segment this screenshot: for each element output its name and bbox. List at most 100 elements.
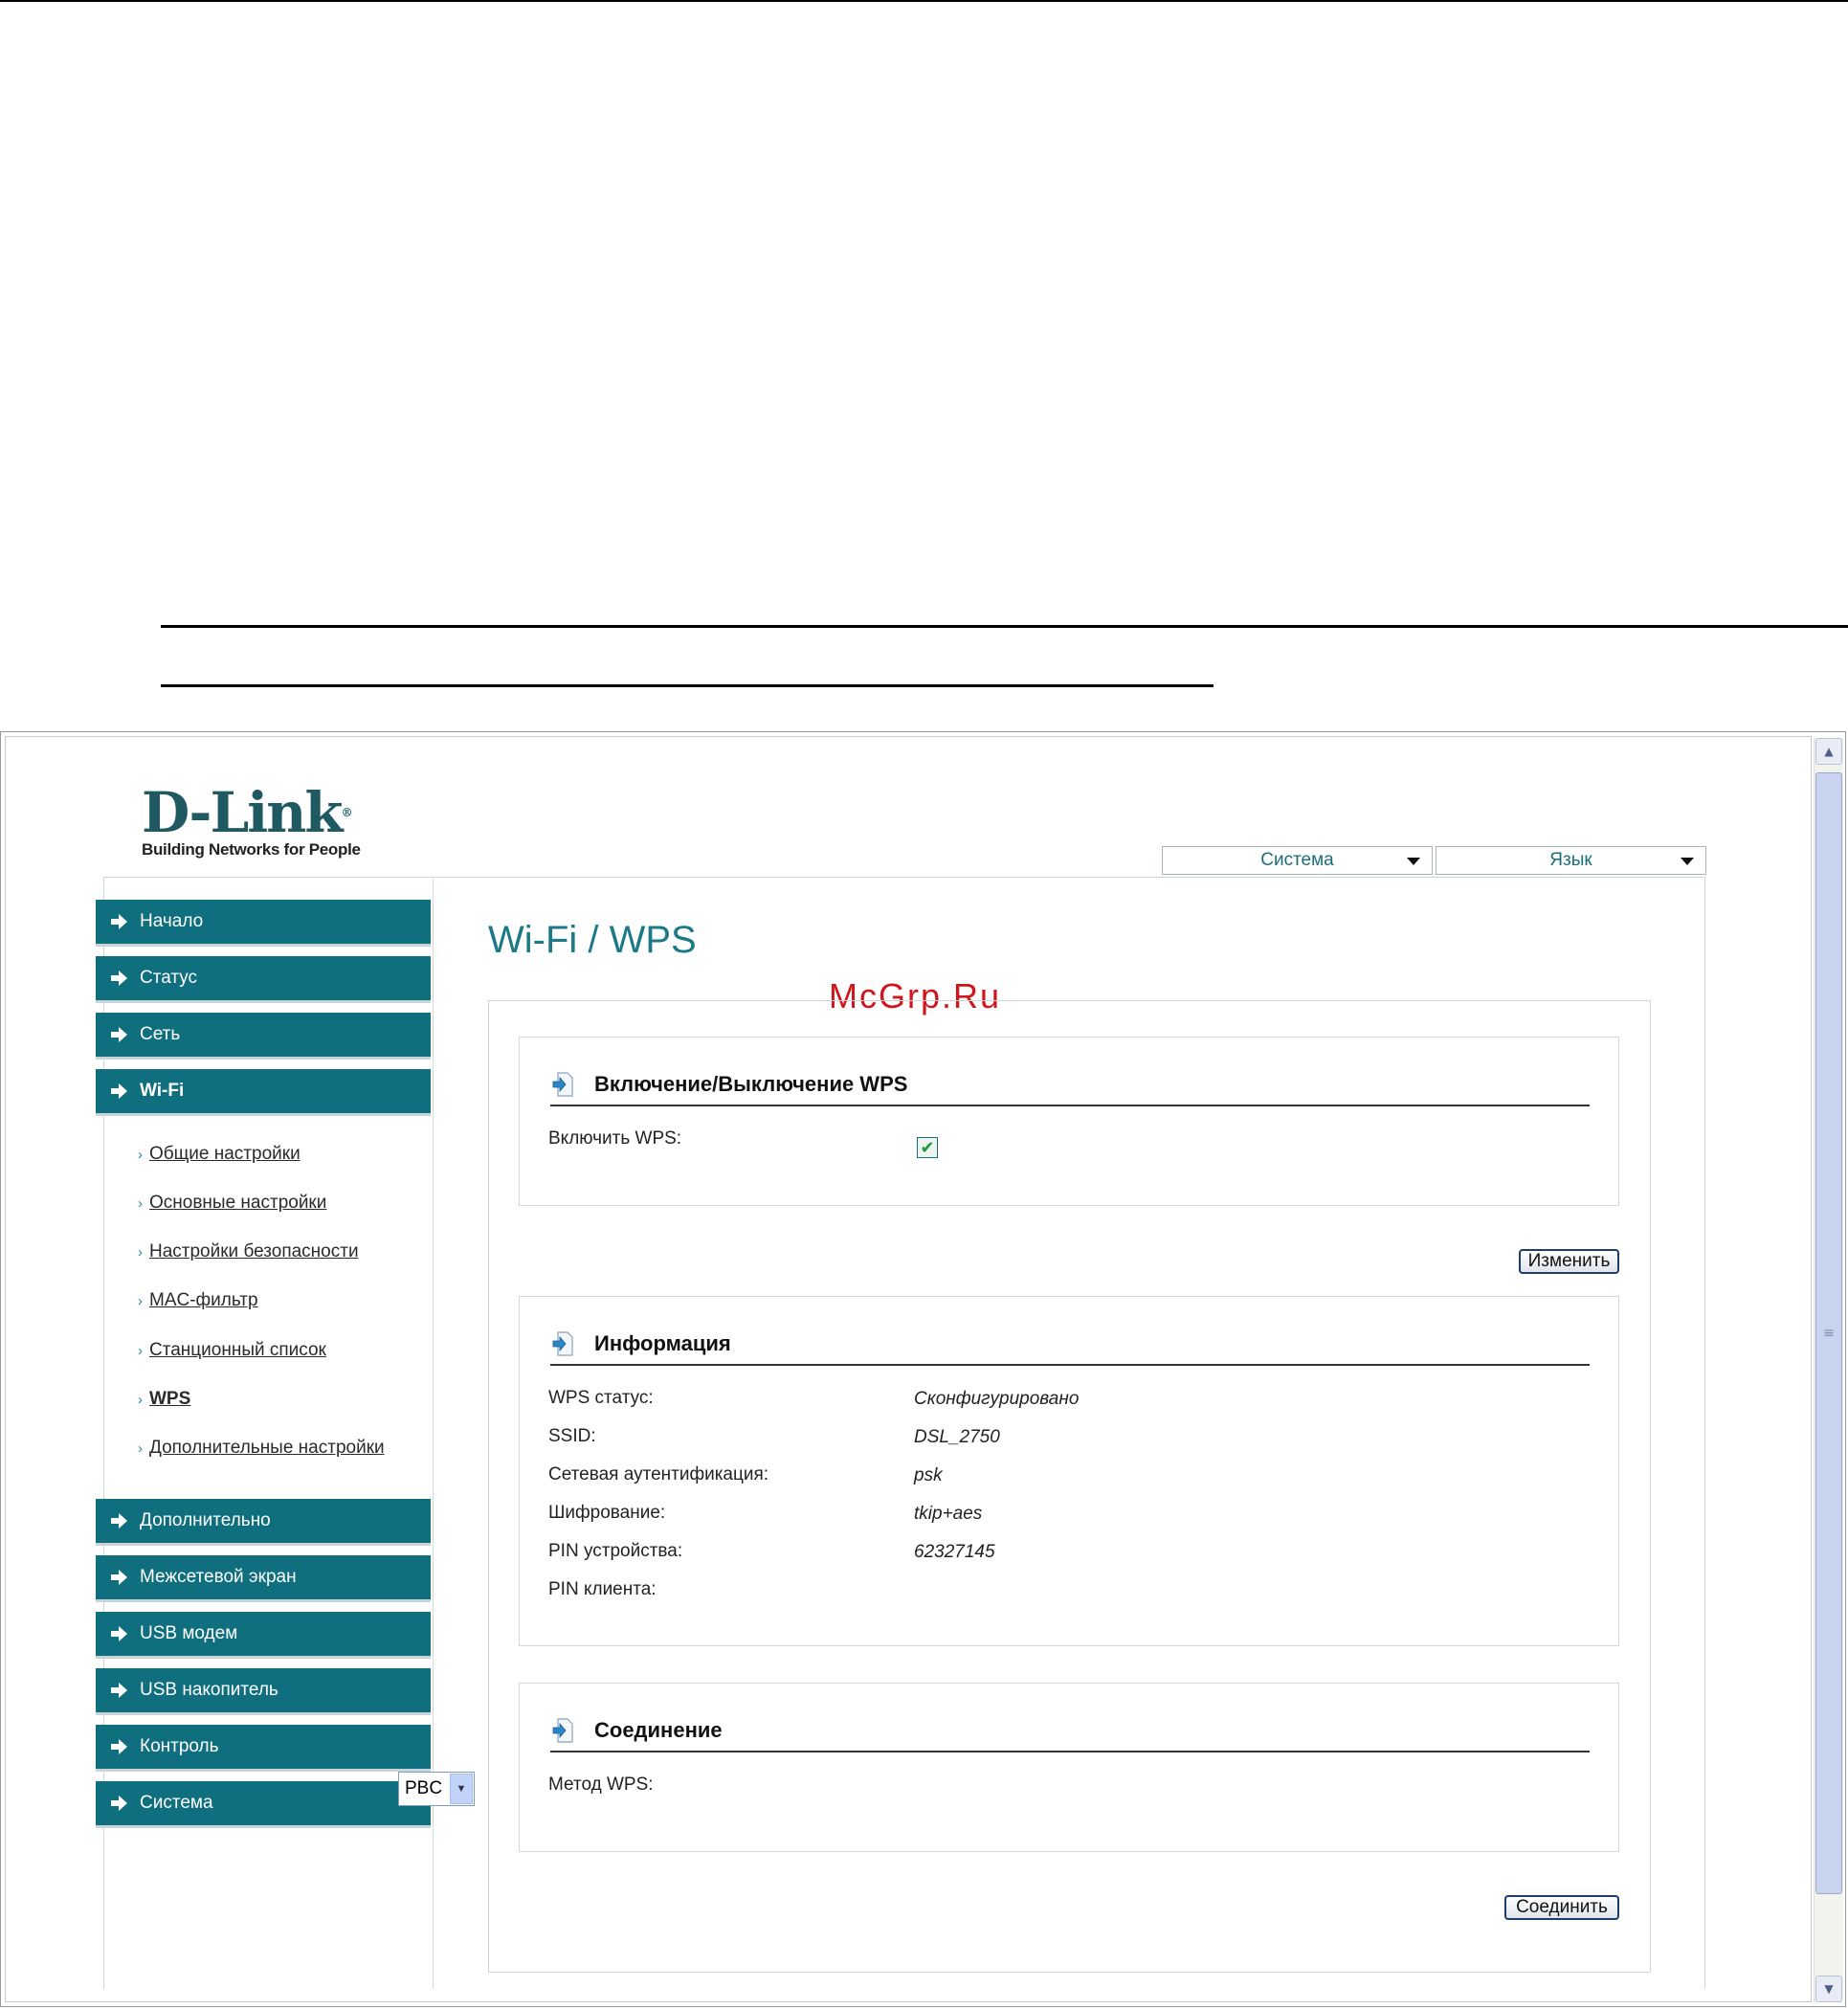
logo-tagline: Building Networks for People bbox=[142, 840, 361, 859]
bullet-icon: › bbox=[138, 1343, 143, 1359]
wps-method-value: PBC bbox=[405, 1778, 443, 1798]
chevron-down-icon[interactable]: ▼ bbox=[450, 1774, 473, 1804]
wps-status-value: Сконфигурировано bbox=[914, 1389, 1080, 1409]
sidebar-item-label: Контроль bbox=[140, 1736, 219, 1756]
section-title: Соединение bbox=[594, 1718, 723, 1742]
subitem-label[interactable]: MAC-фильтр bbox=[149, 1290, 258, 1310]
sidebar-item-system[interactable]: Система bbox=[96, 1781, 431, 1825]
arrow-right-icon bbox=[111, 971, 128, 986]
device-pin-value: 62327145 bbox=[914, 1542, 995, 1562]
wps-toggle-section: Включение/Выключение WPS Включить WPS: ✔ bbox=[519, 1037, 1619, 1206]
chevron-down-icon bbox=[1407, 858, 1420, 865]
subitem-label[interactable]: WPS bbox=[149, 1389, 190, 1409]
sidebar-subitem-mac-filter[interactable]: › MAC-фильтр bbox=[138, 1290, 258, 1311]
language-menu-label: Язык bbox=[1549, 850, 1592, 870]
subitem-label[interactable]: Дополнительные настройки bbox=[149, 1438, 385, 1458]
arrow-right-icon bbox=[111, 1626, 128, 1641]
encryption-label: Шифрование: bbox=[548, 1503, 666, 1523]
wps-method-select[interactable]: PBC ▼ bbox=[398, 1772, 475, 1806]
sidebar-item-label: USB модем bbox=[140, 1623, 238, 1643]
sidebar-subitem-security[interactable]: › Настройки безопасности bbox=[138, 1241, 359, 1262]
bullet-icon: › bbox=[138, 1392, 143, 1408]
wps-method-label: Метод WPS: bbox=[548, 1775, 654, 1795]
sidebar-item-control[interactable]: Контроль bbox=[96, 1725, 431, 1769]
top-border-line bbox=[0, 0, 1848, 2]
bullet-icon: › bbox=[138, 1440, 143, 1457]
subitem-label[interactable]: Общие настройки bbox=[149, 1144, 301, 1164]
sidebar-subitem-wps[interactable]: › WPS bbox=[138, 1389, 190, 1410]
check-icon: ✔ bbox=[920, 1137, 935, 1158]
section-title: Информация bbox=[594, 1331, 731, 1355]
scroll-thumb[interactable]: ≡ bbox=[1815, 772, 1842, 1894]
dlink-logo: D-Link® Building Networks for People bbox=[142, 780, 361, 859]
sidebar-item-status[interactable]: Статус bbox=[96, 956, 431, 1000]
arrow-right-icon bbox=[111, 1570, 128, 1585]
encryption-value: tkip+aes bbox=[914, 1504, 983, 1524]
arrow-right-icon bbox=[111, 1739, 128, 1754]
section-header: Соединение bbox=[550, 1716, 1590, 1752]
sidebar-item-label: Сеть bbox=[140, 1024, 181, 1044]
sidebar-subitem-station-list[interactable]: › Станционный список bbox=[138, 1340, 326, 1361]
wps-status-label: WPS статус: bbox=[548, 1388, 654, 1408]
enable-wps-checkbox[interactable]: ✔ bbox=[917, 1137, 938, 1158]
subitem-label[interactable]: Станционный список bbox=[149, 1340, 326, 1360]
sidebar-item-label: Статус bbox=[140, 968, 198, 988]
sidebar-subitem-advanced-settings[interactable]: › Дополнительные настройки bbox=[138, 1438, 385, 1459]
sidebar-item-label: Система bbox=[140, 1793, 213, 1813]
connect-button[interactable]: Соединить bbox=[1504, 1895, 1619, 1920]
vertical-scrollbar[interactable]: ▲ ≡ ▼ bbox=[1814, 738, 1843, 2002]
underline-rule-2 bbox=[161, 684, 1213, 687]
bullet-icon: › bbox=[138, 1147, 143, 1163]
sidebar-item-usb-storage[interactable]: USB накопитель bbox=[96, 1668, 431, 1712]
network-auth-label: Сетевая аутентификация: bbox=[548, 1464, 769, 1484]
arrow-right-icon bbox=[111, 1683, 128, 1698]
client-pin-label: PIN клиента: bbox=[548, 1579, 657, 1599]
sidebar-subitem-general[interactable]: › Общие настройки bbox=[138, 1144, 301, 1165]
logo-text: D-Link bbox=[142, 780, 344, 845]
sidebar-item-label: Начало bbox=[140, 911, 204, 931]
underline-rule-1 bbox=[161, 625, 1848, 628]
scroll-down-icon[interactable]: ▼ bbox=[1815, 1976, 1842, 2002]
ssid-label: SSID: bbox=[548, 1426, 596, 1446]
bullet-icon: › bbox=[138, 1293, 143, 1309]
sidebar-item-label: USB накопитель bbox=[140, 1680, 278, 1700]
sidebar-item-start[interactable]: Начало bbox=[96, 900, 431, 944]
change-button[interactable]: Изменить bbox=[1519, 1249, 1619, 1274]
enable-wps-label: Включить WPS: bbox=[548, 1128, 682, 1149]
subitem-label[interactable]: Основные настройки bbox=[149, 1193, 326, 1213]
arrow-right-icon bbox=[111, 914, 128, 929]
subitem-label[interactable]: Настройки безопасности bbox=[149, 1241, 359, 1261]
ssid-value: DSL_2750 bbox=[914, 1427, 1000, 1447]
chevron-down-icon bbox=[1681, 858, 1694, 865]
system-menu-label: Система bbox=[1260, 850, 1334, 870]
sidebar-item-label: Wi-Fi bbox=[140, 1081, 185, 1101]
sidebar-divider bbox=[433, 877, 434, 1989]
section-title: Включение/Выключение WPS bbox=[594, 1072, 908, 1096]
arrow-right-icon bbox=[111, 1796, 128, 1811]
sidebar-item-usb-modem[interactable]: USB модем bbox=[96, 1612, 431, 1656]
scroll-up-icon[interactable]: ▲ bbox=[1815, 738, 1842, 765]
arrow-right-icon bbox=[111, 1513, 128, 1529]
document-arrow-icon bbox=[552, 1331, 573, 1356]
arrow-right-icon bbox=[111, 1027, 128, 1042]
device-pin-label: PIN устройства: bbox=[548, 1541, 683, 1561]
info-section: Информация WPS статус: Сконфигурировано … bbox=[519, 1296, 1619, 1646]
bullet-icon: › bbox=[138, 1244, 143, 1261]
document-arrow-icon bbox=[552, 1718, 573, 1743]
system-menu-dropdown[interactable]: Система bbox=[1162, 846, 1433, 875]
document-arrow-icon bbox=[552, 1072, 573, 1097]
section-header: Информация bbox=[550, 1329, 1590, 1366]
sidebar-subitem-basic[interactable]: › Основные настройки bbox=[138, 1193, 326, 1214]
sidebar-item-label: Дополнительно bbox=[140, 1510, 271, 1530]
sidebar-item-advanced[interactable]: Дополнительно bbox=[96, 1499, 431, 1543]
sidebar-item-label: Межсетевой экран bbox=[140, 1567, 297, 1587]
section-header: Включение/Выключение WPS bbox=[550, 1070, 1590, 1106]
sidebar-item-firewall[interactable]: Межсетевой экран bbox=[96, 1555, 431, 1599]
network-auth-value: psk bbox=[914, 1465, 943, 1485]
sidebar-item-network[interactable]: Сеть bbox=[96, 1013, 431, 1057]
page-title: Wi-Fi / WPS bbox=[488, 919, 697, 961]
bullet-icon: › bbox=[138, 1195, 143, 1212]
sidebar-item-wifi[interactable]: Wi-Fi bbox=[96, 1069, 431, 1113]
language-menu-dropdown[interactable]: Язык bbox=[1436, 846, 1706, 875]
arrow-right-icon bbox=[111, 1083, 128, 1099]
